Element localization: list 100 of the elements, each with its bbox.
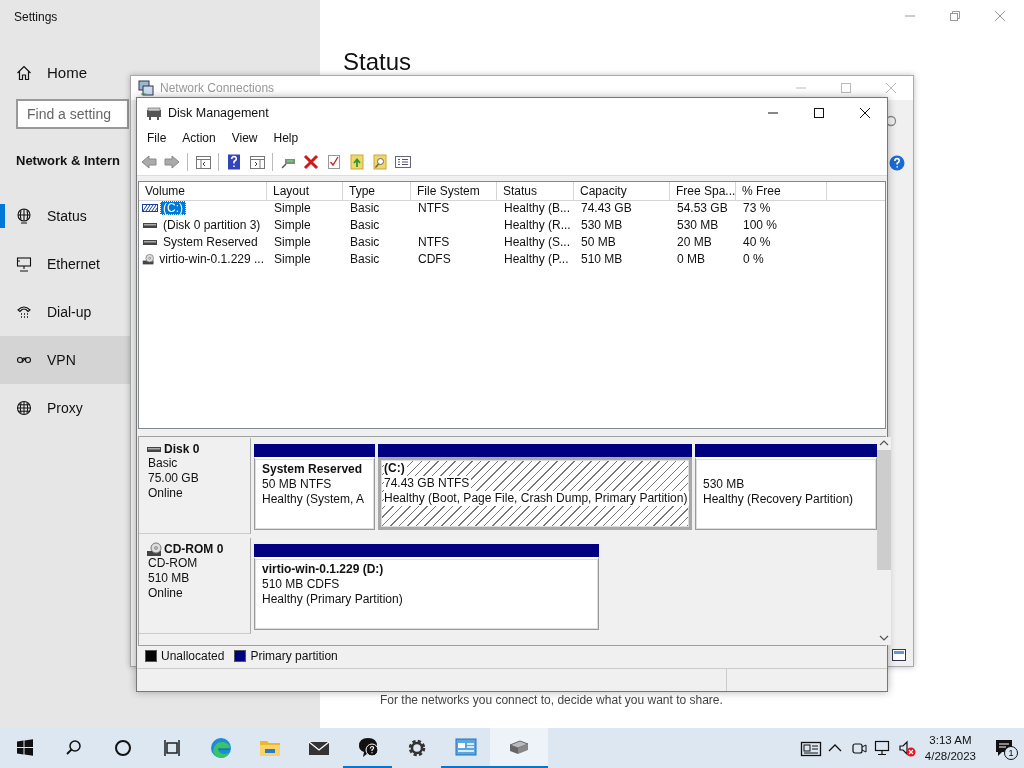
folder-up-icon[interactable]	[349, 154, 365, 170]
browser-icon	[208, 736, 233, 760]
disk-info: 75.00 GB	[148, 471, 200, 486]
nav-item[interactable]: Dial-up	[0, 288, 130, 336]
disk-name: Disk 0	[164, 442, 200, 456]
partition-info: 74.43 GB NTFS	[384, 476, 472, 491]
table-cell-text: 100 %	[742, 216, 779, 233]
table-cell-text: NTFS	[417, 233, 451, 250]
partition-name: virtio-win-0.1.229 (D:)	[262, 562, 385, 577]
table-cell-text: 510 MB	[580, 250, 624, 267]
section-heading: Network & Intern	[16, 153, 120, 168]
partition-block[interactable]: (C:) 74.43 GB NTFS Healthy (Boot, Page File, Crash Dump, Primary Partition)	[378, 457, 692, 530]
network-icon[interactable]	[873, 739, 892, 757]
table-cell-text: 0 MB	[676, 250, 706, 267]
view-icon[interactable]	[892, 649, 906, 661]
menu-item[interactable]: Action	[174, 129, 224, 147]
table-cell-text: 54.53 GB	[676, 199, 729, 216]
window-title: Disk Management	[168, 105, 269, 120]
nav-icon	[16, 256, 32, 272]
disk-name: CD-ROM 0	[164, 542, 224, 556]
partition-info: Healthy (System, A	[262, 492, 366, 507]
table-cell[interactable]: (Disk 0 partition 3)	[160, 217, 264, 232]
scroll-up-icon	[879, 439, 889, 447]
back-arrow-icon[interactable]	[141, 154, 157, 170]
selection-indicator	[0, 204, 5, 228]
table-cell-text: Basic	[349, 199, 381, 216]
drive-icon	[142, 251, 155, 266]
legend-label: Primary partition	[250, 649, 338, 663]
partition-name: System Reserved	[262, 462, 364, 477]
disk-info: 510 MB	[148, 571, 191, 586]
partition-block[interactable]: System Reserved 50 MB NTFS Healthy (System, A	[254, 457, 375, 530]
table-cell-text: 73 %	[742, 199, 772, 216]
nav-item[interactable]: Ethernet	[0, 240, 130, 288]
help-icon[interactable]	[889, 155, 905, 171]
speaker-muted-icon[interactable]	[897, 739, 916, 757]
check-icon[interactable]	[326, 154, 342, 170]
forward-arrow-icon[interactable]	[164, 154, 180, 170]
partition-block[interactable]: virtio-win-0.1.229 (D:) 510 MB CDFS Healthy (Primary Partition)	[254, 557, 599, 630]
close-icon[interactable]	[859, 106, 871, 119]
disk-info: Online	[148, 486, 184, 501]
home-link[interactable]: Home	[16, 61, 87, 84]
column-header[interactable]: Capacity	[574, 182, 670, 201]
table-cell-text: Basic	[349, 250, 381, 267]
menu-item[interactable]: File	[139, 129, 175, 147]
table-cell-text: Healthy (R...	[503, 216, 572, 233]
table-cell-text: Simple	[273, 216, 312, 233]
nav-item[interactable]: Status	[0, 192, 130, 240]
table-cell[interactable]: System Reserved	[160, 234, 261, 249]
table-cell-text: Simple	[273, 199, 312, 216]
column-header[interactable]: Free Spa...	[670, 182, 736, 201]
list-icon[interactable]	[395, 154, 411, 170]
partition-name: (C:)	[384, 461, 407, 476]
table-cell-text: 20 MB	[676, 233, 713, 250]
network-icon	[138, 80, 154, 96]
page-heading: Status	[343, 48, 412, 76]
scrollbar-thumb[interactable]	[877, 450, 891, 570]
table-cell-text: NTFS	[417, 199, 451, 216]
partition-block[interactable]: 530 MB Healthy (Recovery Partition)	[695, 457, 877, 530]
table-cell-text: 530 MB	[580, 216, 624, 233]
disk-info: Online	[148, 586, 184, 601]
partition-info: 530 MB	[703, 477, 746, 492]
task-view-icon	[161, 738, 182, 758]
column-header[interactable]: Status	[497, 182, 574, 201]
nav-item[interactable]: VPN	[0, 336, 130, 384]
column-header[interactable]: % Free	[736, 182, 827, 201]
start-icon	[14, 738, 35, 758]
partition-info: Healthy (Primary Partition)	[262, 592, 404, 607]
column-header[interactable]: Layout	[267, 182, 343, 201]
restore-icon[interactable]	[949, 10, 961, 22]
table-cell-text: Healthy (S...	[503, 233, 572, 250]
scrollbar[interactable]	[877, 437, 891, 645]
table-cell-text: Healthy (P...	[503, 250, 570, 267]
nav-icon	[16, 208, 32, 224]
cd-drive-icon	[146, 542, 162, 556]
help-icon[interactable]	[226, 154, 242, 170]
window-title: Network Connections	[160, 81, 275, 95]
partition-info: 50 MB NTFS	[262, 477, 333, 492]
table-cell-text: Basic	[349, 233, 381, 250]
table-cell-text: CDFS	[417, 250, 452, 267]
partition-info: 510 MB CDFS	[262, 577, 341, 592]
menu-item[interactable]: View	[223, 129, 266, 147]
nav-item[interactable]: Proxy	[0, 384, 130, 432]
table-cell[interactable]: virtio-win-0.1.229 ...	[156, 251, 267, 266]
column-header[interactable]: File System	[411, 182, 497, 201]
table-cell-text: 50 MB	[580, 233, 617, 250]
maximize-icon[interactable]	[813, 106, 825, 119]
table-cell-text: 74.43 GB	[580, 199, 633, 216]
menu-item[interactable]: Help	[265, 129, 307, 147]
folder-search-icon[interactable]	[372, 154, 388, 170]
column-header[interactable]: Type	[343, 182, 411, 201]
panel-icon[interactable]	[195, 154, 211, 170]
delete-icon[interactable]	[303, 154, 319, 170]
panel-icon[interactable]	[249, 154, 265, 170]
table-cell-text: 40 %	[742, 233, 772, 250]
description-text: For the networks you connect to, decide what you want to share.	[380, 693, 723, 707]
table-cell-text: Simple	[273, 250, 312, 267]
news-icon[interactable]	[799, 739, 822, 757]
clock-button[interactable]: 3:13 AM 4/28/2023	[924, 732, 976, 764]
search-field[interactable]: Find a setting	[16, 99, 129, 129]
table-cell-text: Healthy (B...	[503, 199, 572, 216]
